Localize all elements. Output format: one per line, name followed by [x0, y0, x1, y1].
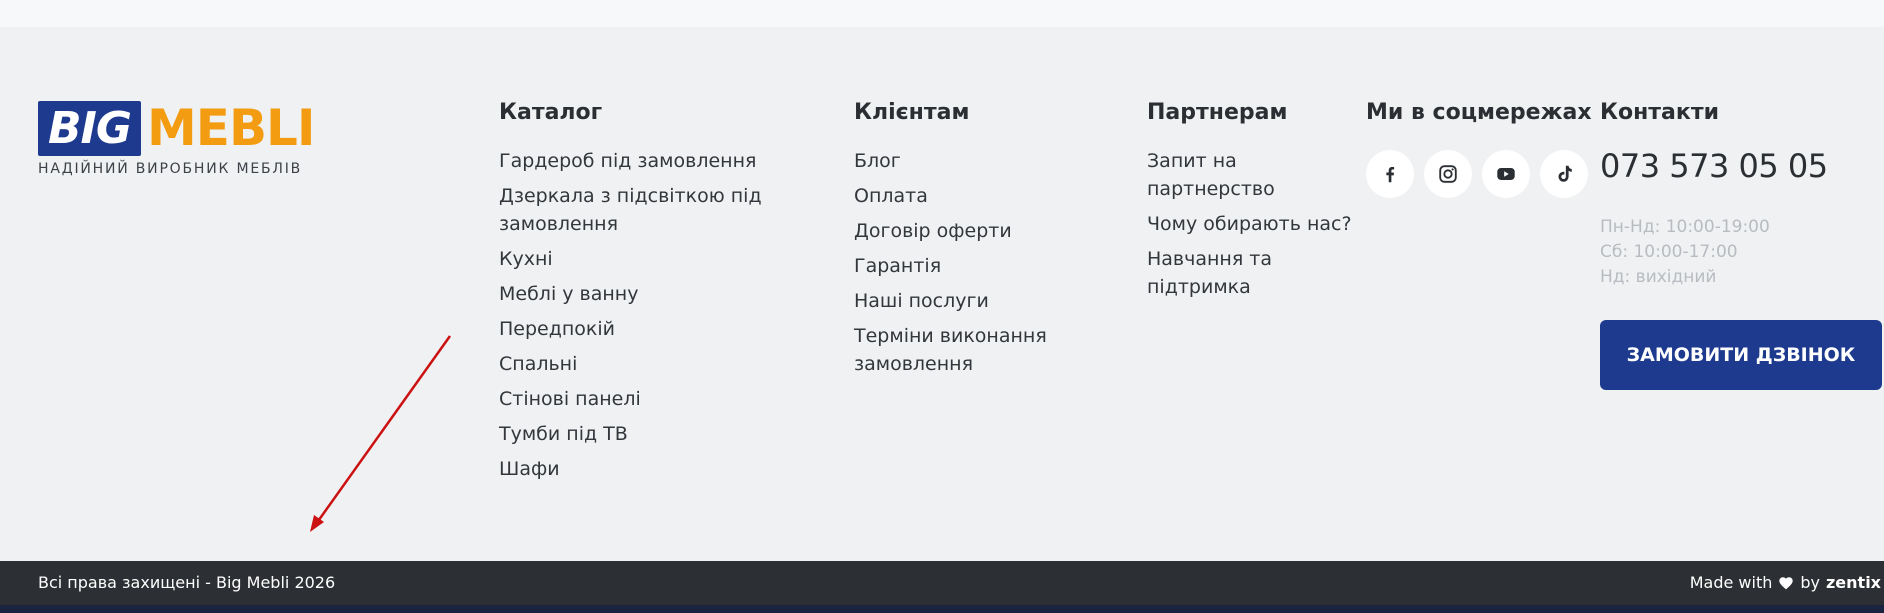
bottom-bar: Всі права захищені - Big Mebli 2026 Made…	[0, 561, 1884, 605]
made-with-label: Made with	[1689, 573, 1773, 592]
annotation-arrow	[310, 335, 452, 532]
zentix-brand[interactable]: zentix	[1826, 561, 1881, 605]
heart-icon	[1779, 577, 1794, 590]
made-with-credit[interactable]: Made with by zentix	[1690, 561, 1881, 605]
taskbar-edge	[0, 605, 1884, 613]
copyright-text: Всі права захищені - Big Mebli 2026	[38, 573, 336, 592]
by-label: by	[1800, 573, 1820, 592]
